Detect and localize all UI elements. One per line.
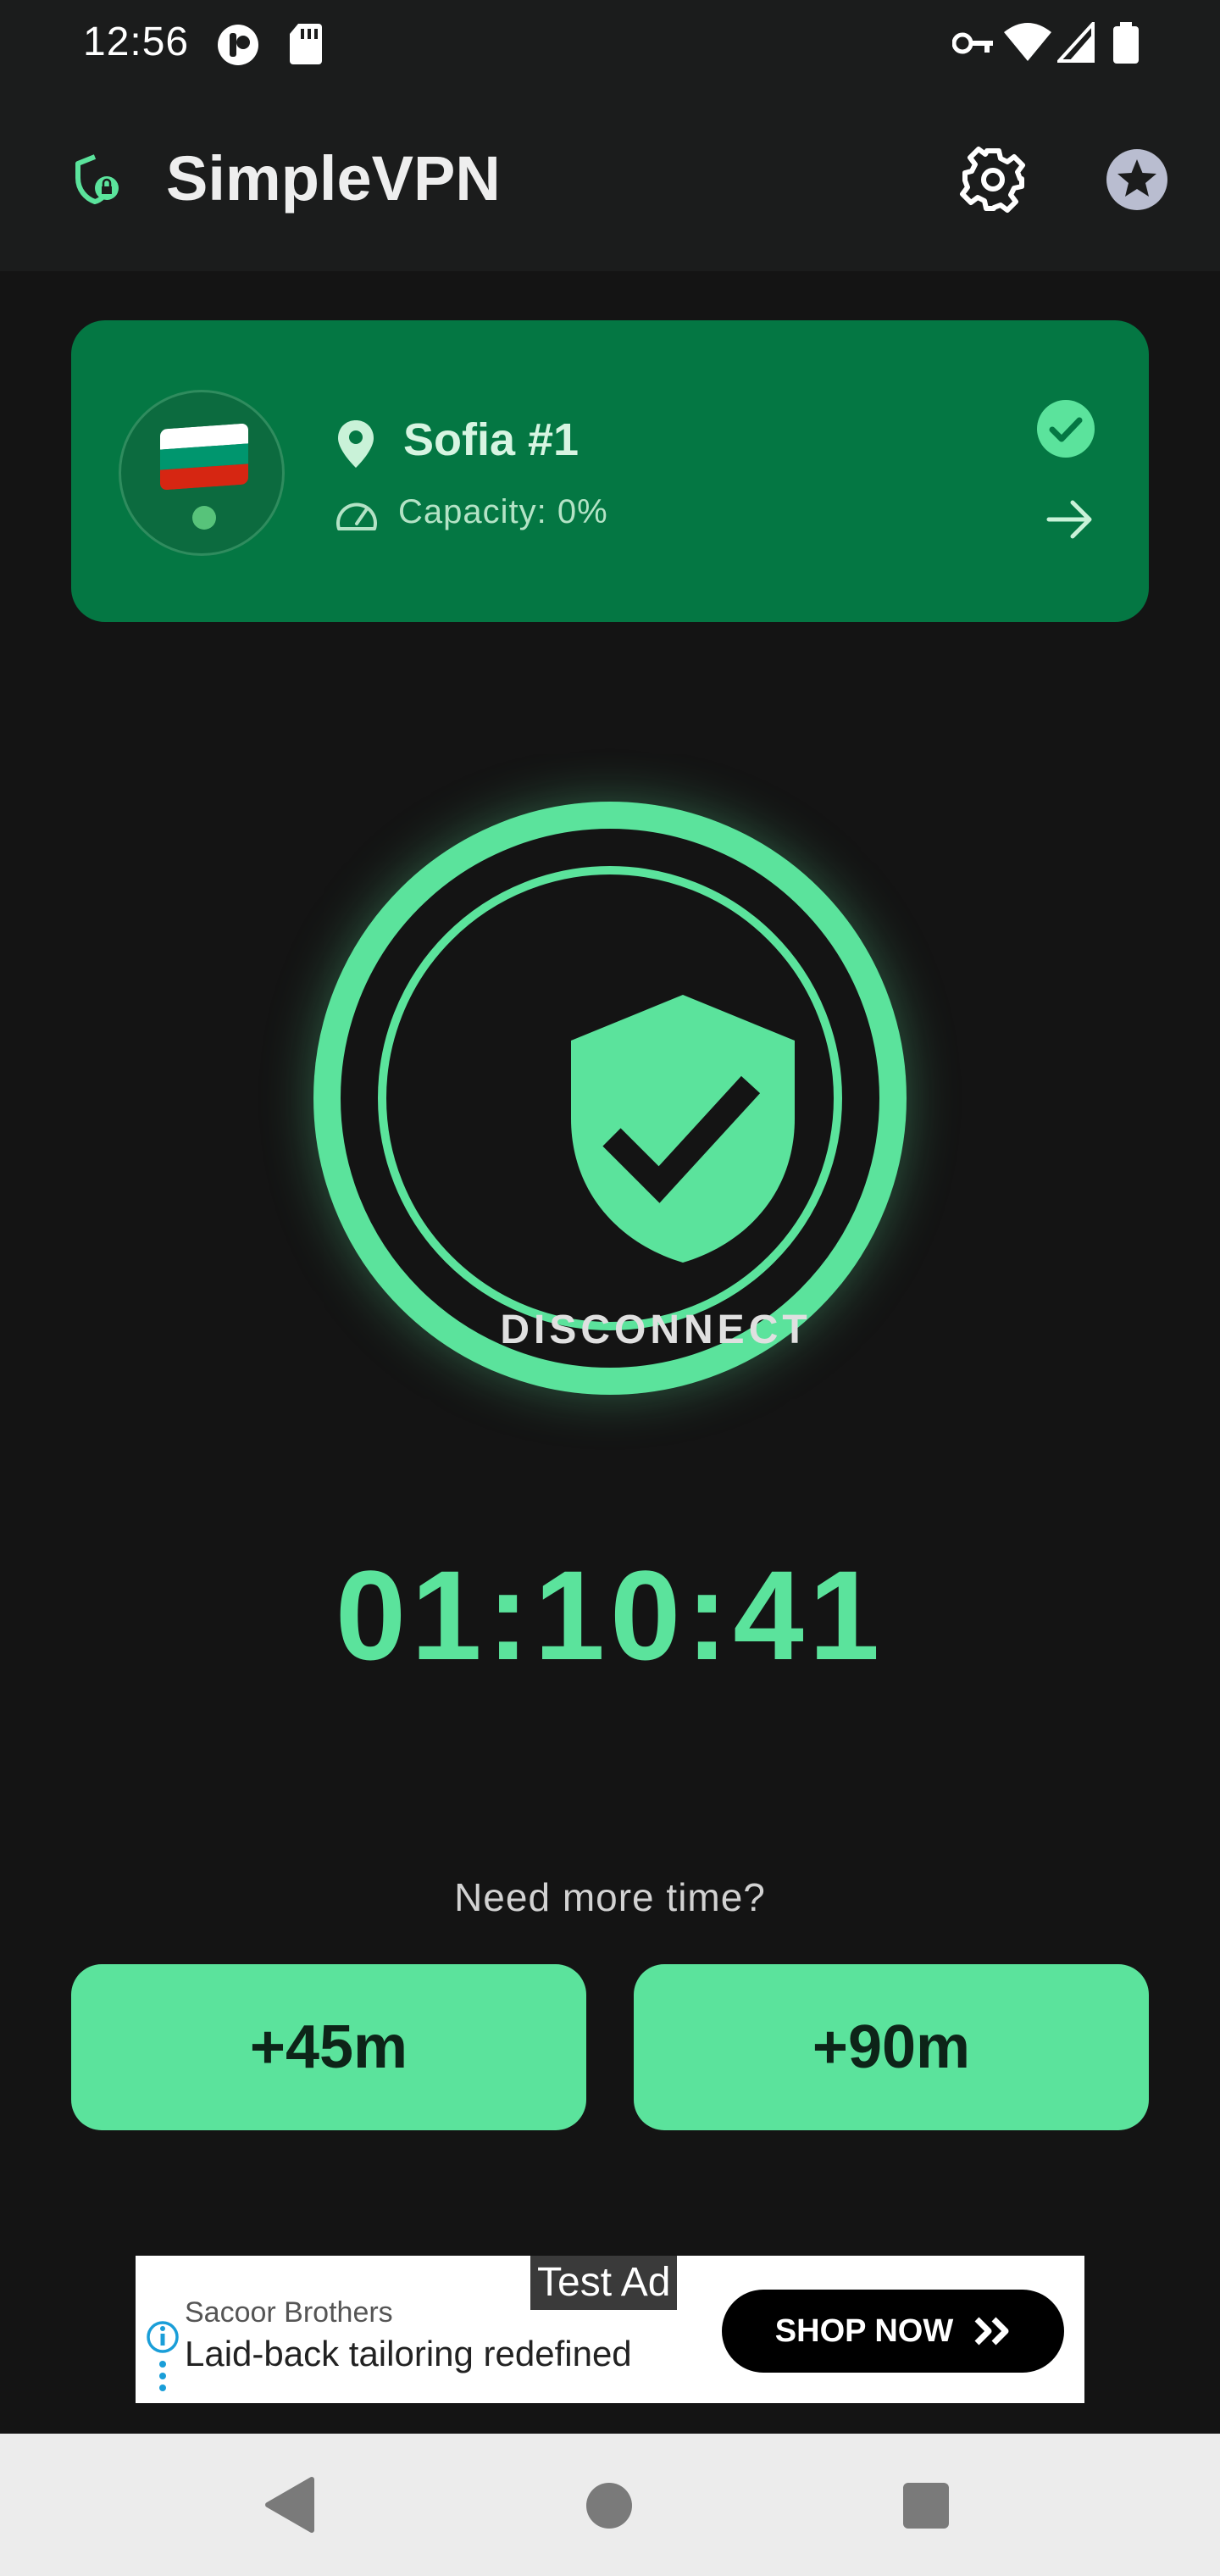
- arrow-right-icon[interactable]: [1045, 498, 1095, 541]
- shop-now-label: SHOP NOW: [774, 2312, 954, 2349]
- cellular-signal-icon: [1057, 22, 1095, 63]
- test-ad-badge: Test Ad: [530, 2256, 678, 2310]
- app-bar: SimpleVPN: [0, 88, 1220, 271]
- capacity-label: Capacity: 0%: [398, 493, 608, 530]
- app-title: SimpleVPN: [166, 143, 501, 214]
- disconnect-button[interactable]: DISCONNECT: [313, 802, 907, 1395]
- selected-check-icon: [1037, 400, 1095, 458]
- status-bar: 12:56: [0, 0, 1220, 88]
- ad-advertiser: Sacoor Brothers: [185, 2296, 393, 2329]
- recents-icon[interactable]: [903, 2483, 949, 2529]
- back-icon[interactable]: [263, 2474, 317, 2535]
- server-name: Sofia #1: [403, 414, 580, 465]
- more-time-prompt: Need more time?: [454, 1875, 766, 1919]
- status-time: 12:56: [83, 19, 190, 64]
- battery-icon: [1113, 22, 1139, 64]
- add-45-minutes-button[interactable]: +45m: [71, 1964, 586, 2130]
- online-status-dot: [192, 506, 216, 530]
- app-logo-shield-icon: [75, 154, 119, 204]
- premium-star-icon[interactable]: [1101, 144, 1173, 215]
- connection-timer: 01:10:41: [335, 1544, 885, 1686]
- disconnect-label: DISCONNECT: [500, 1307, 812, 1352]
- flag-badge: [119, 390, 285, 556]
- location-pin-icon: [338, 420, 374, 468]
- connect-inner-ring: DISCONNECT: [378, 866, 842, 1352]
- ad-headline: Laid-back tailoring redefined: [185, 2334, 632, 2373]
- vpn-key-icon: [952, 32, 993, 54]
- shield-check-icon: [571, 995, 795, 1263]
- bulgaria-flag-icon: [160, 423, 248, 491]
- home-icon[interactable]: [586, 2483, 632, 2529]
- ad-info-icon[interactable]: [146, 2315, 180, 2396]
- add-90-minutes-button[interactable]: +90m: [634, 1964, 1149, 2130]
- wifi-icon: [1004, 23, 1051, 61]
- server-card[interactable]: Sofia #1 Capacity: 0%: [71, 320, 1149, 622]
- system-nav-bar: [0, 2434, 1220, 2576]
- ad-banner[interactable]: Test Ad Sacoor Brothers Laid-back tailor…: [136, 2256, 1084, 2403]
- shop-now-button[interactable]: SHOP NOW: [722, 2290, 1064, 2373]
- speed-gauge-icon: [336, 502, 377, 530]
- sd-card-icon: [290, 24, 322, 64]
- data-saver-icon: [218, 25, 258, 65]
- settings-gear-icon[interactable]: [957, 144, 1029, 215]
- double-chevron-right-icon: [974, 2317, 1009, 2346]
